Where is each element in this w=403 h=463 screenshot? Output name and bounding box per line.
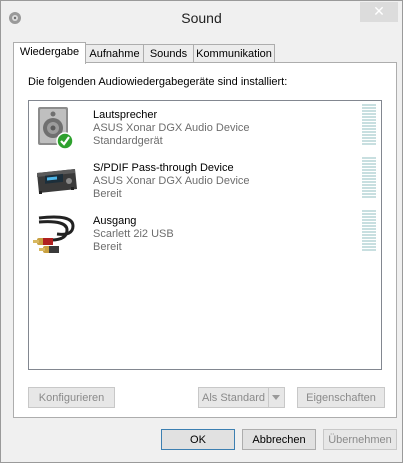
level-meter [362,104,376,146]
window-title: Sound [181,10,222,26]
set-default-split-button[interactable]: Als Standard [198,387,285,408]
tab-kommunikation[interactable]: Kommunikation [193,44,275,63]
device-name: Ausgang [93,215,137,227]
device-name: Lautsprecher [93,109,158,121]
title-bar[interactable]: Sound ✕ [1,1,402,35]
device-name: S/PDIF Pass-through Device [93,162,234,174]
device-status: Bereit [93,241,122,253]
chevron-down-icon[interactable] [268,388,284,407]
device-status: Bereit [93,188,122,200]
apply-button[interactable]: Übernehmen [323,429,397,450]
tab-wiedergabe[interactable]: Wiedergabe [13,42,86,64]
speaker-icon [38,107,74,150]
list-item-spdif[interactable]: S/PDIF Pass-through Device ASUS Xonar DG… [29,154,381,206]
configure-button[interactable]: Konfigurieren [28,387,115,408]
tab-aufnahme[interactable]: Aufnahme [85,44,144,63]
sound-dialog: Sound ✕ Wiedergabe Aufnahme Sounds Kommu… [0,0,403,463]
device-driver: Scarlett 2i2 USB [93,228,174,240]
cancel-button[interactable]: Abbrechen [242,429,316,450]
ok-button[interactable]: OK [161,429,235,450]
device-status: Standardgerät [93,135,163,147]
properties-button[interactable]: Eigenschaften [297,387,385,408]
level-meter [362,210,376,252]
list-item-lautsprecher[interactable]: Lautsprecher ASUS Xonar DGX Audio Device… [29,101,381,153]
panel-caption: Die folgenden Audiowiedergabegeräte sind… [28,76,288,88]
device-list[interactable]: Lautsprecher ASUS Xonar DGX Audio Device… [28,100,382,370]
tab-sounds[interactable]: Sounds [143,44,194,63]
set-default-label: Als Standard [202,392,265,404]
close-icon: ✕ [373,3,385,19]
playback-panel: Die folgenden Audiowiedergabegeräte sind… [13,62,397,418]
receiver-icon [37,169,77,194]
device-driver: ASUS Xonar DGX Audio Device [93,175,250,187]
level-meter [362,157,376,199]
close-button[interactable]: ✕ [360,2,398,22]
rca-cable-icon [33,215,75,253]
list-item-ausgang[interactable]: Ausgang Scarlett 2i2 USB Bereit [29,207,381,259]
device-driver: ASUS Xonar DGX Audio Device [93,122,250,134]
